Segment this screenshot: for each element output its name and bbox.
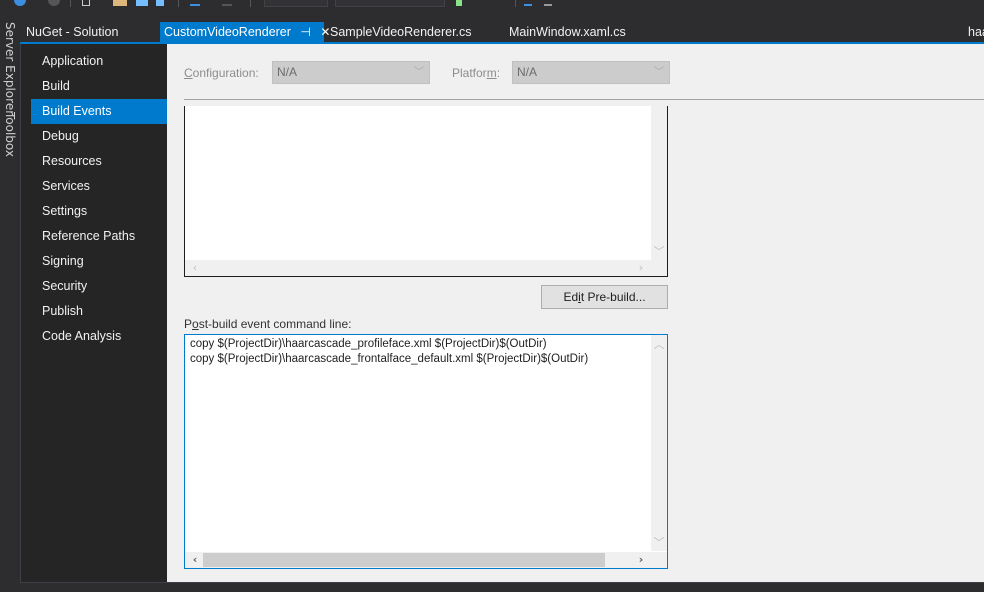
undo-icon[interactable] xyxy=(190,0,200,6)
toolbar-separator xyxy=(515,0,516,7)
open-file-icon[interactable] xyxy=(113,0,127,6)
start-icon[interactable] xyxy=(456,0,462,6)
nav-item-reference-paths[interactable]: Reference Paths xyxy=(31,224,168,249)
back-icon[interactable] xyxy=(14,0,26,6)
toolbar-separator xyxy=(70,0,71,7)
save-all-icon[interactable] xyxy=(156,0,164,6)
mnemonic: m xyxy=(486,66,497,80)
project-properties-nav: Application Build Build Events Debug Res… xyxy=(20,44,174,582)
nav-item-security[interactable]: Security xyxy=(31,274,168,299)
nav-item-build-events[interactable]: Build Events xyxy=(31,99,174,124)
scroll-up-icon[interactable]: ︿ xyxy=(651,337,667,353)
chevron-down-icon: ﹀ xyxy=(414,67,424,78)
platform-dropdown[interactable]: N/A ﹀ xyxy=(512,61,670,84)
tab-label: CustomVideoRenderer xyxy=(164,25,291,39)
tab-mainwindow-xaml-cs[interactable]: MainWindow.xaml.cs xyxy=(503,22,632,42)
document-tab-bar: NuGet - Solution CustomVideoRenderer ⊣ ✕… xyxy=(20,22,984,44)
label-text: Platfor xyxy=(452,66,487,80)
label-text: onfiguration: xyxy=(192,66,259,80)
horizontal-scroll-thumb[interactable] xyxy=(203,553,605,567)
mnemonic: C xyxy=(184,66,193,80)
scroll-corner xyxy=(651,552,667,568)
edit-pre-build-button[interactable]: Edit Pre-build... xyxy=(541,285,668,309)
toolbar xyxy=(0,0,984,8)
configuration-value: N/A xyxy=(277,65,298,79)
nav-item-build[interactable]: Build xyxy=(31,74,168,99)
tab-label: MainWindow.xaml.cs xyxy=(509,25,626,39)
label-text: : xyxy=(496,66,501,80)
pin-icon[interactable]: ⊣ xyxy=(300,22,310,42)
tab-label: NuGet - Solution xyxy=(26,25,119,39)
scroll-right-icon[interactable]: › xyxy=(633,552,649,568)
vertical-scrollbar[interactable]: ︿ ﹀ xyxy=(651,335,667,551)
nav-item-signing[interactable]: Signing xyxy=(31,249,168,274)
side-tool-strip: Server Explorer Toolbox xyxy=(0,20,20,592)
command-line: copy $(ProjectDir)\haarcascade_frontalfa… xyxy=(190,353,589,365)
horizontal-scrollbar[interactable]: ‹ › xyxy=(185,552,651,568)
post-build-label: Post-build event command line: xyxy=(184,317,351,331)
configuration-dropdown[interactable]: N/A ﹀ xyxy=(272,61,430,84)
status-area xyxy=(20,582,984,592)
tab-overflow[interactable]: haa xyxy=(962,22,984,42)
new-project-icon[interactable] xyxy=(82,0,90,6)
nav-item-services[interactable]: Services xyxy=(31,174,168,199)
scroll-down-icon[interactable]: ﹀ xyxy=(651,535,667,551)
divider xyxy=(184,99,984,100)
find-icon[interactable] xyxy=(524,0,532,6)
label-text: Ed xyxy=(563,290,579,304)
label-text: st-build event command line: xyxy=(198,317,352,331)
build-events-page: Configuration: N/A ﹀ Platform: N/A ﹀ ﹀ ‹… xyxy=(167,44,984,582)
platform-value: N/A xyxy=(517,65,538,79)
nav-item-code-analysis[interactable]: Code Analysis xyxy=(31,324,168,349)
post-build-command-textbox[interactable]: copy $(ProjectDir)\haarcascade_profilefa… xyxy=(184,334,668,569)
nav-item-application[interactable]: Application xyxy=(31,49,168,74)
forward-icon[interactable] xyxy=(48,0,60,6)
pre-build-command-textbox[interactable]: ﹀ ‹ › xyxy=(184,106,668,277)
visual-studio-window: Server Explorer Toolbox NuGet - Solution… xyxy=(0,0,984,592)
nav-item-debug[interactable]: Debug xyxy=(31,124,168,149)
toolbar-overflow-icon[interactable] xyxy=(544,0,552,6)
mnemonic: o xyxy=(192,317,199,331)
command-line: copy $(ProjectDir)\haarcascade_profilefa… xyxy=(190,338,547,350)
chevron-down-icon: ﹀ xyxy=(654,67,664,78)
configuration-label: Configuration: xyxy=(184,66,259,80)
tab-label: SampleVideoRenderer.cs xyxy=(330,25,472,39)
solution-platform-dropdown[interactable] xyxy=(335,0,445,7)
label-text: P xyxy=(184,317,193,331)
toolbar-separator xyxy=(250,0,251,7)
server-explorer-tab[interactable]: Server Explorer xyxy=(0,22,20,115)
solution-configuration-dropdown[interactable] xyxy=(264,0,328,7)
tab-nuget-solution[interactable]: NuGet - Solution xyxy=(20,22,124,42)
nav-item-resources[interactable]: Resources xyxy=(31,149,168,174)
toolbox-tab[interactable]: Toolbox xyxy=(0,112,20,157)
scroll-left-icon[interactable]: ‹ xyxy=(187,260,203,276)
label-text: t Pre-build... xyxy=(580,290,646,304)
scroll-left-icon[interactable]: ‹ xyxy=(187,552,203,568)
toolbar-separator xyxy=(178,0,179,7)
tab-label: haa xyxy=(968,25,984,39)
nav-item-publish[interactable]: Publish xyxy=(31,299,168,324)
tab-customvideorenderer[interactable]: CustomVideoRenderer ⊣ ✕ xyxy=(160,22,330,42)
nav-item-settings[interactable]: Settings xyxy=(31,199,168,224)
scroll-corner xyxy=(651,260,667,276)
save-icon[interactable] xyxy=(136,0,148,6)
horizontal-scrollbar[interactable]: ‹ › xyxy=(185,260,651,276)
scroll-down-icon[interactable]: ﹀ xyxy=(651,244,667,260)
tab-samplevideorenderer[interactable]: SampleVideoRenderer.cs xyxy=(324,22,478,42)
vertical-scrollbar[interactable]: ﹀ xyxy=(651,106,667,260)
platform-label: Platform: xyxy=(452,66,500,80)
redo-icon[interactable] xyxy=(222,0,232,6)
scroll-right-icon[interactable]: › xyxy=(633,260,649,276)
